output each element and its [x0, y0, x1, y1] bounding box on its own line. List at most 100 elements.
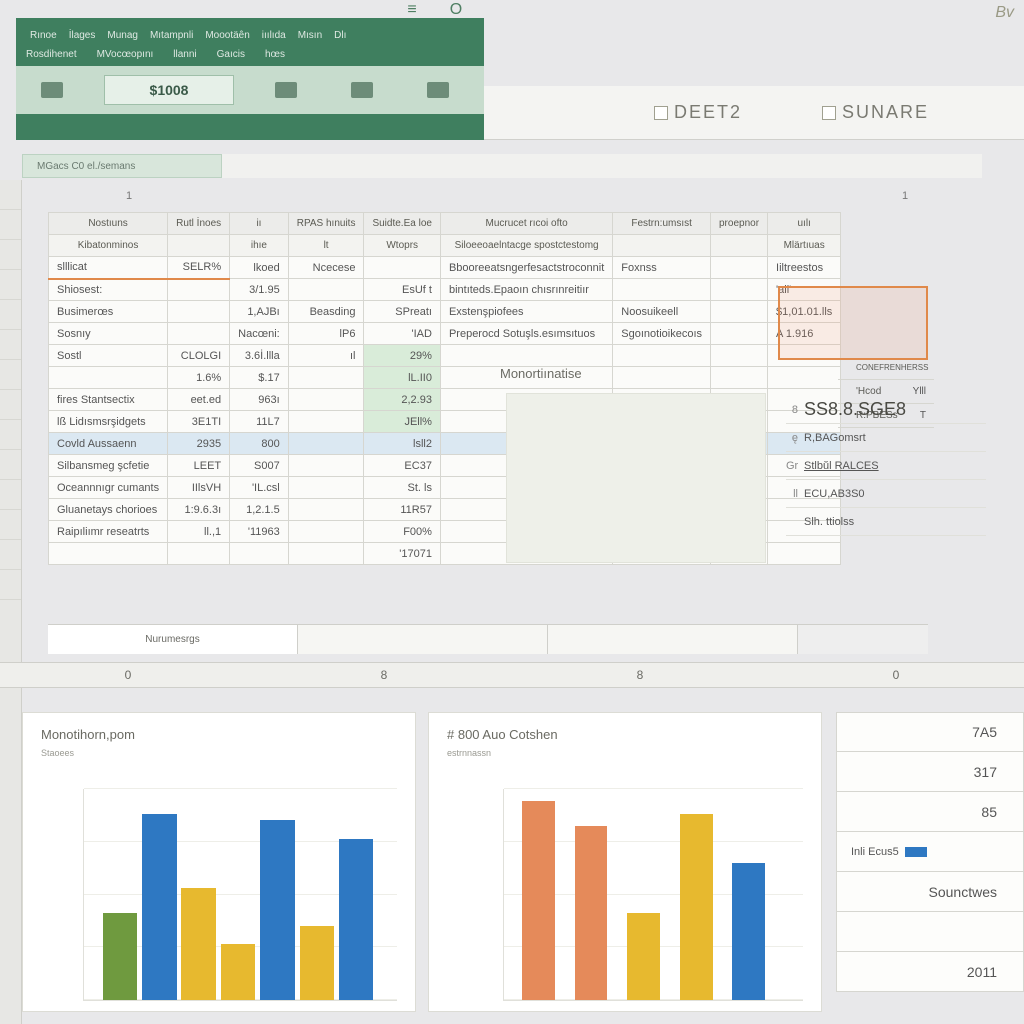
cell[interactable] [288, 279, 364, 301]
row-header[interactable] [0, 390, 21, 420]
ribbon-tab[interactable]: Rınoe [26, 28, 61, 43]
column-header[interactable]: Rutl İnoes [168, 213, 230, 235]
cell[interactable]: 1.6% [168, 367, 230, 389]
cell[interactable]: ıl [288, 345, 364, 367]
cell[interactable]: CLOLGI [168, 345, 230, 367]
cell[interactable]: Raipıliımr reseatrts [49, 521, 168, 543]
formula-input[interactable] [222, 154, 982, 178]
tab-sunare[interactable]: SUNARE [822, 102, 929, 123]
cell[interactable]: LEET [168, 455, 230, 477]
ribbon-tab[interactable]: iıılıda [258, 28, 290, 43]
row-header[interactable] [0, 420, 21, 450]
refresh-icon[interactable]: O [448, 2, 464, 18]
cell[interactable]: 317 [836, 752, 1024, 792]
ribbon-tab[interactable]: Dlı [330, 28, 350, 43]
cell[interactable]: St. ls [364, 477, 441, 499]
ribbon-tab[interactable]: Mısın [294, 28, 326, 43]
cell[interactable]: 7A5 [836, 712, 1024, 752]
cell[interactable] [288, 389, 364, 411]
column-subheader[interactable]: lt [288, 235, 364, 257]
tool-icon[interactable] [28, 75, 76, 105]
cell[interactable]: 11R57 [364, 499, 441, 521]
cell[interactable]: lL.II0 [364, 367, 441, 389]
row-header[interactable] [0, 360, 21, 390]
row-header[interactable] [0, 480, 21, 510]
column-header[interactable]: RPAS hınuits [288, 213, 364, 235]
cell[interactable]: Inli Ecus5 [836, 832, 1024, 872]
cell[interactable]: lß Lidısmsrşidgets [49, 411, 168, 433]
row-header[interactable] [0, 210, 21, 240]
cell[interactable]: lsll2 [364, 433, 441, 455]
tab-deet2[interactable]: DEET2 [654, 102, 742, 123]
cell[interactable]: Oceannnıgr cumants [49, 477, 168, 499]
cell[interactable]: 3/1.95 [230, 279, 289, 301]
column-subheader[interactable]: Wtoprs [364, 235, 441, 257]
ribbon-tab[interactable]: hœs [265, 49, 285, 60]
ribbon-tab[interactable]: Munag [103, 28, 142, 43]
chart-right[interactable]: # 800 Auo Cotshen estrnnassn [428, 712, 822, 1012]
column-subheader[interactable]: Kibatonminos [49, 235, 168, 257]
cell[interactable]: 3E1TI [168, 411, 230, 433]
cell[interactable]: 2011 [836, 952, 1024, 992]
cell[interactable] [288, 411, 364, 433]
row-header[interactable] [0, 330, 21, 360]
cell[interactable]: 85 [836, 792, 1024, 832]
column-header[interactable]: Nostıuns [49, 213, 168, 235]
row-header[interactable] [0, 270, 21, 300]
col-header[interactable]: 0 [0, 668, 256, 682]
menu-icon[interactable]: ≡ [404, 2, 420, 18]
cell[interactable]: 1,2.1.5 [230, 499, 289, 521]
sheet-tab[interactable]: Nurumesrgs [48, 625, 298, 654]
cell[interactable]: '17071 [364, 543, 441, 565]
cell[interactable] [288, 499, 364, 521]
ribbon-tab[interactable]: llanni [173, 49, 196, 60]
column-header[interactable]: iı [230, 213, 289, 235]
tool-icon[interactable] [262, 75, 310, 105]
cell[interactable]: Silbansmeg şcfetie [49, 455, 168, 477]
cell[interactable]: Nacœni: [230, 323, 289, 345]
cell[interactable] [168, 323, 230, 345]
cell[interactable]: SELR% [168, 257, 230, 279]
cell[interactable]: Covld Aussaenn [49, 433, 168, 455]
ribbon-tab[interactable]: Rosdihenet [26, 49, 77, 60]
cell[interactable]: Sounctwes [836, 872, 1024, 912]
cell[interactable]: Beasding [288, 301, 364, 323]
cell[interactable]: 29% [364, 345, 441, 367]
cell[interactable]: 1,AJBı [230, 301, 289, 323]
cell[interactable]: eet.ed [168, 389, 230, 411]
cell[interactable]: 800 [230, 433, 289, 455]
ribbon-tab[interactable]: MVocœopını [97, 49, 154, 60]
ribbon-tab[interactable]: İlages [65, 28, 100, 43]
cell[interactable]: F00% [364, 521, 441, 543]
cell[interactable] [230, 543, 289, 565]
ribbon-tab[interactable]: Moootäên [201, 28, 253, 43]
cell[interactable]: lP6 [288, 323, 364, 345]
sheet-tab[interactable] [548, 625, 798, 654]
cell[interactable]: Gluanetays chorioes [49, 499, 168, 521]
tool-value-box[interactable]: $1008 [104, 75, 234, 105]
tool-icon[interactable] [338, 75, 386, 105]
sheet-tab[interactable] [298, 625, 548, 654]
cell[interactable] [288, 455, 364, 477]
cell[interactable]: 'IAD [364, 323, 441, 345]
cell[interactable] [364, 257, 441, 279]
row-header[interactable] [0, 240, 21, 270]
cell[interactable]: lkoed [230, 257, 289, 279]
ribbon-tab[interactable]: Mıtampnli [146, 28, 197, 43]
name-box[interactable]: MGacs C0 el./semans [22, 154, 222, 178]
row-header[interactable] [0, 300, 21, 330]
cell[interactable]: EC37 [364, 455, 441, 477]
cell[interactable]: '11963 [230, 521, 289, 543]
cell[interactable]: Sosnıy [49, 323, 168, 345]
cell[interactable] [288, 521, 364, 543]
row-header[interactable] [0, 540, 21, 570]
row-header[interactable] [0, 450, 21, 480]
cell[interactable]: 963ı [230, 389, 289, 411]
cell[interactable] [168, 543, 230, 565]
row-header[interactable] [0, 180, 21, 210]
cell[interactable]: EsUf t [364, 279, 441, 301]
cell[interactable] [49, 367, 168, 389]
cell[interactable] [288, 477, 364, 499]
cell[interactable]: IIlsVH [168, 477, 230, 499]
cell[interactable]: $.17 [230, 367, 289, 389]
